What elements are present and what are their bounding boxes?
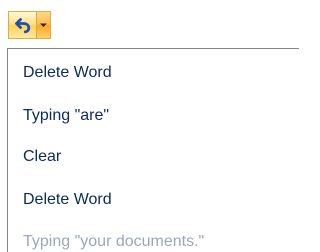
chevron-down-icon <box>40 23 47 27</box>
history-item-delete-word-2[interactable]: Delete Word <box>23 188 112 212</box>
undo-dropdown-button[interactable] <box>36 11 51 39</box>
quick-access-toolbar <box>0 0 299 48</box>
history-item-delete-word[interactable]: Delete Word <box>23 61 112 85</box>
history-item-typing-your-documents[interactable]: Typing "your documents." <box>23 230 204 252</box>
undo-arrow-icon <box>14 18 30 34</box>
history-item-clear[interactable]: Clear <box>23 145 61 169</box>
undo-history-list: Delete Word Typing "are" Clear Delete Wo… <box>7 48 299 252</box>
undo-button[interactable] <box>8 11 36 39</box>
history-item-typing-are[interactable]: Typing "are" <box>23 104 109 128</box>
